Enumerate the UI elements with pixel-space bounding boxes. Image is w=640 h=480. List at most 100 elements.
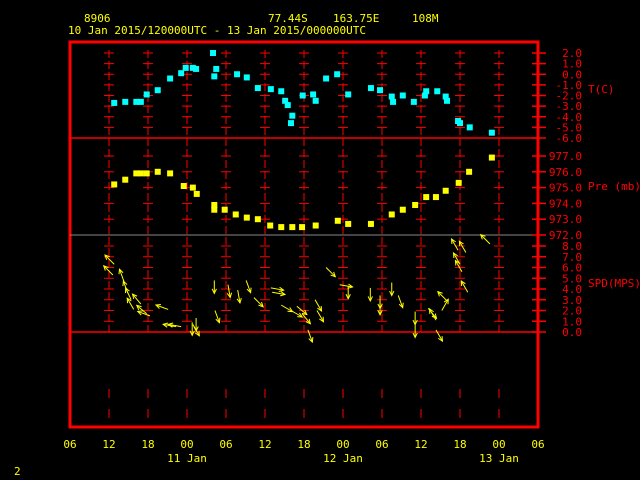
pressure-point: [154, 168, 161, 175]
temp-point: [488, 129, 495, 136]
wind-arrow: [214, 310, 221, 324]
temp-point: [213, 65, 220, 72]
temp-point: [122, 98, 129, 105]
wind-arrow: [245, 280, 252, 294]
x-tick-label: 18: [297, 438, 310, 451]
temp-point: [243, 74, 250, 81]
pressure-point: [423, 194, 430, 201]
pressure-point: [466, 168, 473, 175]
temp-point: [167, 75, 174, 82]
y-tick-label: 973.0: [549, 213, 582, 226]
y-tick-label: 976.0: [549, 166, 582, 179]
wind-arrow: [296, 305, 308, 316]
wind-arrow: [412, 311, 418, 326]
x-day-label: 13 Jan: [479, 452, 519, 465]
pressure-point: [122, 176, 129, 183]
pressure-point: [267, 222, 274, 229]
temp-point: [334, 71, 341, 78]
wind-arrow: [436, 290, 448, 302]
x-day-label: 12 Jan: [323, 452, 363, 465]
wind-arrow: [339, 283, 354, 289]
temp-point: [254, 85, 261, 92]
x-tick-label: 06: [63, 438, 76, 451]
temp-point: [193, 65, 200, 72]
temp-point: [377, 87, 384, 94]
pressure-point: [488, 154, 495, 161]
pressure-point: [299, 224, 306, 231]
temp-point: [312, 97, 319, 104]
wind-arrow: [301, 313, 312, 325]
wind-arrow: [118, 268, 125, 282]
temp-point: [457, 120, 463, 127]
wind-arrow: [397, 295, 404, 309]
temp-point: [310, 91, 317, 98]
temp-axis-label: T(C): [588, 83, 615, 96]
x-tick-label: 06: [531, 438, 544, 451]
temp-point: [390, 98, 397, 105]
wind-arrow: [226, 284, 233, 299]
wind-arrow: [325, 267, 337, 278]
temp-point: [178, 70, 185, 77]
wind-arrow: [316, 310, 325, 323]
x-tick-label: 12: [258, 438, 271, 451]
wind-arrow: [270, 286, 285, 293]
wind-arrow: [131, 293, 142, 305]
pressure-axis-label: Pre (mb): [588, 180, 640, 193]
temp-point: [267, 86, 274, 93]
temp-point: [289, 112, 296, 119]
pressure-point: [193, 190, 200, 197]
temp-point: [399, 92, 406, 99]
pressure-point: [442, 187, 449, 194]
pressure-point: [143, 170, 150, 177]
x-tick-label: 12: [102, 438, 115, 451]
temp-point: [211, 73, 218, 80]
pressure-point: [312, 222, 319, 229]
wind-arrow: [272, 291, 287, 297]
pressure-point: [254, 216, 261, 223]
page-number: 2: [14, 465, 21, 478]
wind-arrow: [154, 303, 169, 310]
temp-point: [182, 64, 189, 71]
meteogram: 8906 77.44S 163.75E 108M 10 Jan 2015/120…: [14, 12, 640, 478]
pressure-point: [455, 179, 462, 186]
pressure-point: [278, 224, 285, 231]
wind-arrow: [441, 298, 449, 311]
pressure-point: [367, 220, 374, 227]
temp-point: [137, 98, 144, 105]
pressure-point: [111, 181, 118, 188]
pressure-point: [243, 214, 250, 221]
x-tick-label: 18: [453, 438, 466, 451]
wind-arrow: [211, 280, 217, 295]
x-tick-label: 06: [375, 438, 388, 451]
pressure-point: [412, 201, 419, 208]
wind-arrow: [428, 307, 437, 321]
temp-point: [423, 88, 430, 95]
temp-point: [143, 91, 150, 98]
temp-point: [434, 88, 441, 95]
pressure-point: [189, 184, 196, 191]
temp-point: [288, 120, 294, 127]
temp-point: [278, 88, 285, 95]
pressure-point: [289, 224, 296, 231]
speed-axis-label: SPD(MPS): [588, 277, 640, 290]
temp-point: [210, 50, 216, 56]
y-tick-label: -6.0: [556, 132, 583, 145]
pressure-point: [399, 206, 406, 213]
wind-arrow: [460, 279, 469, 293]
temp-point: [388, 93, 395, 100]
x-day-label: 11 Jan: [167, 452, 207, 465]
wind-arrow: [193, 318, 199, 333]
pressure-point: [221, 206, 228, 213]
x-tick-label: 18: [141, 438, 154, 451]
temp-point: [323, 75, 330, 82]
wind-arrow: [367, 287, 373, 303]
temp-point: [410, 98, 417, 105]
pressure-point: [137, 170, 144, 177]
x-tick-label: 00: [492, 438, 505, 451]
temp-point: [466, 124, 473, 131]
period-title: 10 Jan 2015/120000UTC - 13 Jan 2015/0000…: [68, 24, 366, 37]
pressure-point: [345, 220, 352, 227]
wind-arrow: [412, 324, 418, 339]
pressure-point: [167, 170, 174, 177]
temp-point: [345, 91, 352, 98]
